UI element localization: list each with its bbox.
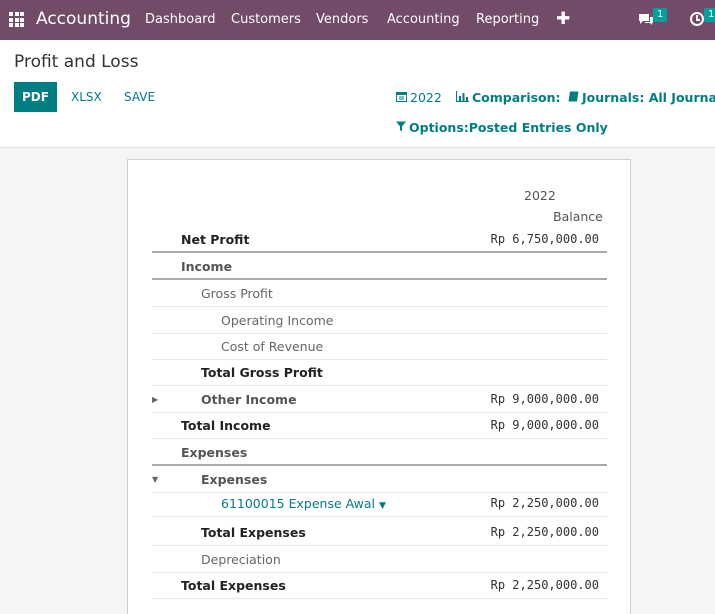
row-label: Total Expenses: [181, 578, 286, 593]
row-label: 61100015 Expense Awal: [221, 496, 376, 511]
comparison-filter[interactable]: Comparison:: [456, 90, 561, 105]
row-value: Rp 2,250,000.00: [490, 578, 599, 592]
row-expenses-header: Expenses: [152, 440, 607, 466]
row-cost-of-revenue: Cost of Revenue: [152, 334, 607, 360]
bar-chart-icon: [456, 91, 469, 102]
row-label: Income: [181, 259, 233, 274]
row-total-expenses-group: Total Expenses Rp 2,250,000.00: [152, 520, 607, 546]
menu-accounting[interactable]: Accounting: [387, 12, 460, 27]
options-filter-label: Options:Posted Entries Only: [409, 120, 608, 135]
row-total-gross-profit: Total Gross Profit: [152, 360, 607, 386]
report-sheet: 2022 Balance Net Profit Rp 6,750,000.00 …: [127, 159, 631, 614]
row-value: Rp 9,000,000.00: [490, 418, 599, 432]
control-panel: Profit and Loss PDF XLSX SAVE 2022 Compa…: [0, 40, 715, 148]
collapse-caret-icon[interactable]: ▼: [152, 475, 158, 484]
row-expenses-group[interactable]: ▼ Expenses: [152, 467, 607, 493]
menu-vendors[interactable]: Vendors: [316, 12, 368, 27]
row-label: Cost of Revenue: [221, 339, 324, 354]
row-income-header: Income: [152, 254, 607, 280]
row-label: Expenses: [201, 472, 268, 487]
app-name[interactable]: Accounting: [36, 9, 131, 29]
date-filter[interactable]: 2022: [396, 90, 442, 105]
menu-customers[interactable]: Customers: [231, 12, 301, 27]
expand-caret-icon[interactable]: ▶: [152, 395, 158, 404]
row-label: Total Income: [181, 418, 271, 433]
row-label: Expenses: [181, 445, 248, 460]
row-label: Total Expenses: [201, 525, 306, 540]
journals-filter-label: Journals: All Journals: [582, 90, 715, 105]
plus-icon[interactable]: ✚: [556, 9, 570, 29]
row-operating-income: Operating Income: [152, 308, 607, 334]
activity-clock-icon[interactable]: [690, 12, 704, 26]
column-balance-header: Balance: [553, 209, 603, 224]
book-icon: [568, 91, 579, 102]
row-label: Net Profit: [181, 232, 250, 247]
account-link[interactable]: 61100015 Expense Awal ▼: [221, 496, 386, 511]
chat-icon[interactable]: [638, 13, 654, 26]
row-value: Rp 2,250,000.00: [490, 525, 599, 539]
pdf-button[interactable]: PDF: [14, 82, 57, 112]
chat-count-badge: 1: [653, 8, 668, 22]
row-net-profit: Net Profit Rp 6,750,000.00: [152, 227, 607, 253]
row-label: Operating Income: [221, 313, 334, 328]
row-depreciation: Depreciation: [152, 547, 607, 573]
row-value: Rp 2,250,000.00: [490, 496, 599, 510]
filter-icon: [396, 121, 406, 132]
date-filter-label: 2022: [410, 90, 442, 105]
comparison-filter-label: Comparison:: [472, 90, 561, 105]
row-other-income[interactable]: ▶ Other Income Rp 9,000,000.00: [152, 387, 607, 413]
row-value: Rp 6,750,000.00: [490, 232, 599, 246]
row-label: Other Income: [201, 392, 297, 407]
journals-filter[interactable]: Journals: All Journals: [568, 90, 715, 105]
menu-reporting[interactable]: Reporting: [476, 12, 539, 27]
row-value: Rp 9,000,000.00: [490, 392, 599, 406]
column-year-header: 2022: [524, 188, 556, 203]
page-title: Profit and Loss: [14, 52, 139, 72]
apps-menu-icon[interactable]: [9, 12, 24, 27]
top-navbar: Accounting Dashboard Customers Vendors A…: [0, 0, 715, 40]
row-label: Depreciation: [201, 552, 281, 567]
save-button[interactable]: SAVE: [124, 90, 155, 104]
row-total-income: Total Income Rp 9,000,000.00: [152, 413, 607, 439]
row-total-expenses: Total Expenses Rp 2,250,000.00: [152, 573, 607, 599]
xlsx-button[interactable]: XLSX: [71, 90, 102, 104]
activity-count-badge: 1: [704, 8, 715, 22]
row-gross-profit: Gross Profit: [152, 281, 607, 307]
options-filter[interactable]: Options:Posted Entries Only: [396, 120, 608, 135]
row-account-expense-awal[interactable]: 61100015 Expense Awal ▼ Rp 2,250,000.00: [152, 491, 607, 517]
row-label: Total Gross Profit: [201, 365, 323, 380]
caret-down-icon[interactable]: ▼: [379, 501, 386, 511]
menu-dashboard[interactable]: Dashboard: [145, 12, 216, 27]
calendar-icon: [396, 92, 407, 102]
row-label: Gross Profit: [201, 286, 273, 301]
